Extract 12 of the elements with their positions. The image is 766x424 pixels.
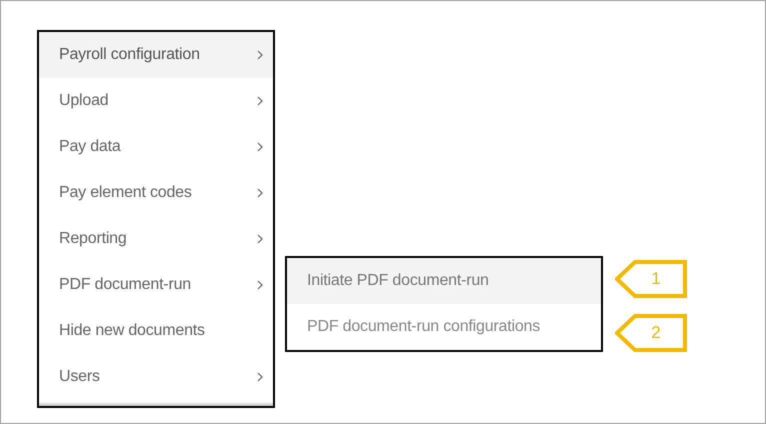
callout-badge: 1 bbox=[615, 260, 687, 298]
menu-item[interactable]: Users bbox=[39, 354, 273, 400]
menu-item[interactable]: Upload bbox=[39, 78, 273, 124]
callout-badge: 2 bbox=[615, 314, 687, 352]
menu-item[interactable]: Hide new documents bbox=[39, 308, 273, 354]
submenu-item[interactable]: Initiate PDF document-run bbox=[287, 258, 601, 304]
submenu-item[interactable]: PDF document-run configurations bbox=[287, 304, 601, 350]
menu-item[interactable]: Pay data bbox=[39, 124, 273, 170]
menu-item[interactable]: Reporting bbox=[39, 216, 273, 262]
menu-item[interactable]: Pay element codes bbox=[39, 170, 273, 216]
menu-item[interactable]: Payroll configuration bbox=[39, 32, 273, 78]
menu-item[interactable]: PDF document-run bbox=[39, 262, 273, 308]
